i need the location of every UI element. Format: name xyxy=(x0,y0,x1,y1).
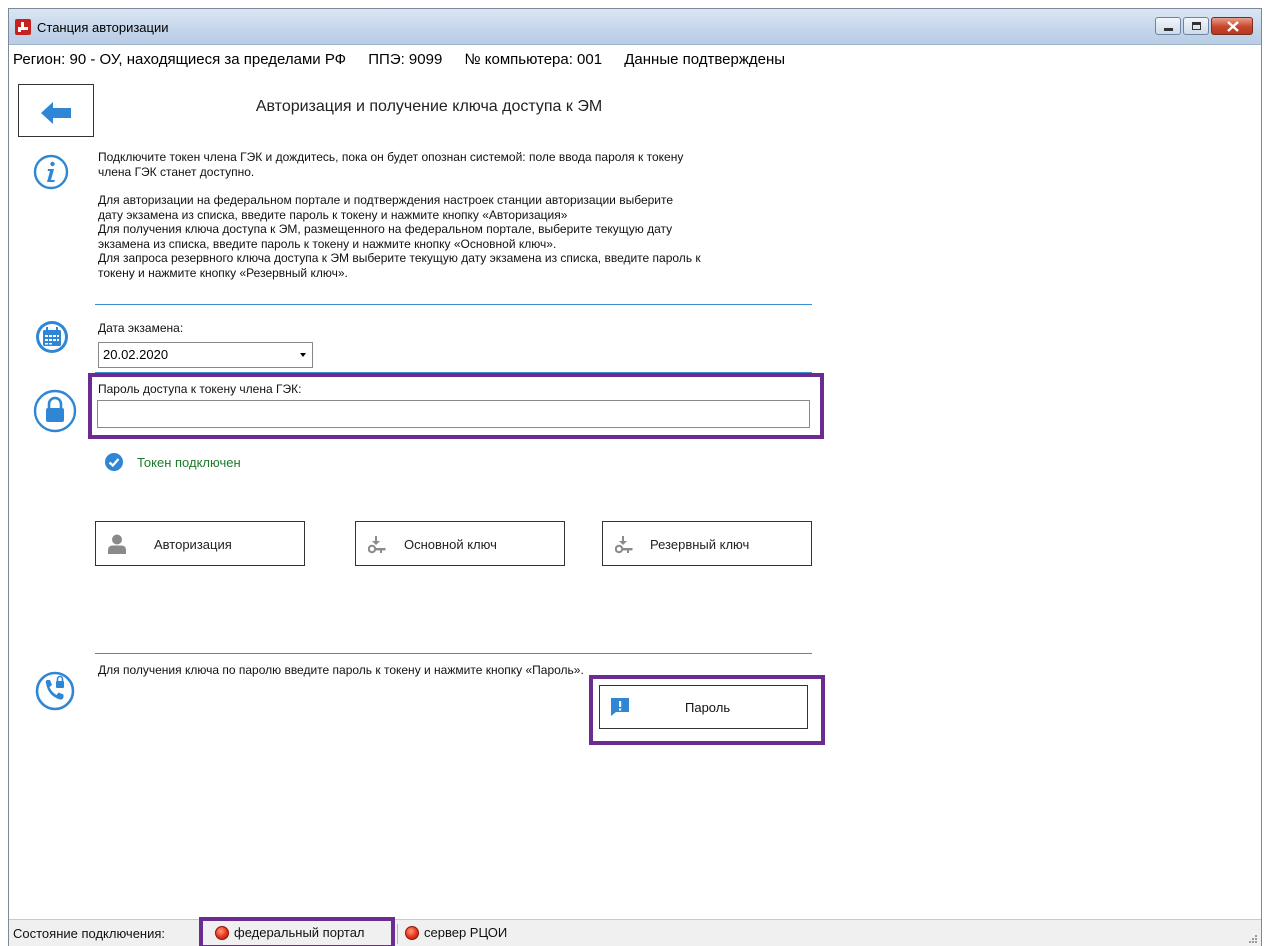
station-info-bar: Регион: 90 - ОУ, находящиеся за пределам… xyxy=(9,47,1261,73)
connection-status-label: Состояние подключения: xyxy=(13,926,166,941)
main-key-button[interactable]: Основной ключ xyxy=(355,521,565,566)
computer-number: № компьютера: 001 xyxy=(464,51,603,68)
federal-portal-label: федеральный портал xyxy=(234,925,365,940)
user-icon xyxy=(108,534,126,554)
status-red-dot-icon xyxy=(405,925,419,940)
chevron-down-icon xyxy=(300,353,306,357)
token-password-input[interactable] xyxy=(97,400,810,428)
app-logo-icon xyxy=(15,19,31,35)
main-key-label: Основной ключ xyxy=(404,537,497,552)
exam-date-value: 20.02.2020 xyxy=(103,347,169,362)
divider xyxy=(95,653,812,654)
resize-grip-icon[interactable] xyxy=(1247,933,1257,943)
close-button[interactable] xyxy=(1211,17,1253,35)
divider xyxy=(95,304,812,305)
region-info: Регион: 90 - ОУ, находящиеся за пределам… xyxy=(13,51,347,68)
status-red-dot-icon xyxy=(215,925,229,940)
federal-portal-status: федеральный портал xyxy=(215,925,365,940)
rcoi-server-status: сервер РЦОИ xyxy=(405,925,507,940)
password-key-hint: Для получения ключа по паролю введите па… xyxy=(98,663,584,677)
token-status-text: Токен подключен xyxy=(137,454,241,470)
password-key-label: Пароль xyxy=(685,700,731,715)
exam-date-label: Дата экзамена: xyxy=(98,321,184,335)
reserve-key-button[interactable]: Резервный ключ xyxy=(602,521,812,566)
password-label: Пароль доступа к токену члена ГЭК: xyxy=(98,382,302,396)
page-title: Авторизация и получение ключа доступа к … xyxy=(255,98,603,115)
maximize-button[interactable] xyxy=(1183,17,1209,35)
authorization-label: Авторизация xyxy=(154,537,232,552)
app-window: Станция авторизации Регион: 90 - ОУ, нах… xyxy=(8,8,1262,946)
status-bar: Состояние подключения: федеральный порта… xyxy=(9,917,1261,946)
lock-icon xyxy=(33,389,77,433)
minimize-button[interactable] xyxy=(1155,17,1181,35)
rcoi-server-label: сервер РЦОИ xyxy=(424,925,508,940)
ppe-info: ППЭ: 9099 xyxy=(368,51,443,68)
check-circle-icon xyxy=(105,453,123,471)
calendar-icon xyxy=(36,321,68,353)
authorization-button[interactable]: Авторизация xyxy=(95,521,305,566)
reserve-key-label: Резервный ключ xyxy=(650,537,750,552)
title-bar[interactable]: Станция авторизации xyxy=(9,9,1261,45)
password-key-button[interactable]: Пароль xyxy=(599,685,808,729)
instructions-text: Подключите токен члена ГЭК и дождитесь, … xyxy=(98,150,701,280)
info-icon xyxy=(33,154,69,190)
exam-date-select[interactable]: 20.02.2020 xyxy=(98,342,313,368)
window-title: Станция авторизации xyxy=(37,20,169,35)
token-status: Токен подключен xyxy=(105,453,241,471)
key-icon xyxy=(615,536,633,554)
phone-lock-icon xyxy=(35,671,75,711)
data-status: Данные подтверждены xyxy=(624,51,786,68)
message-alert-icon xyxy=(611,698,629,716)
key-icon xyxy=(368,536,386,554)
